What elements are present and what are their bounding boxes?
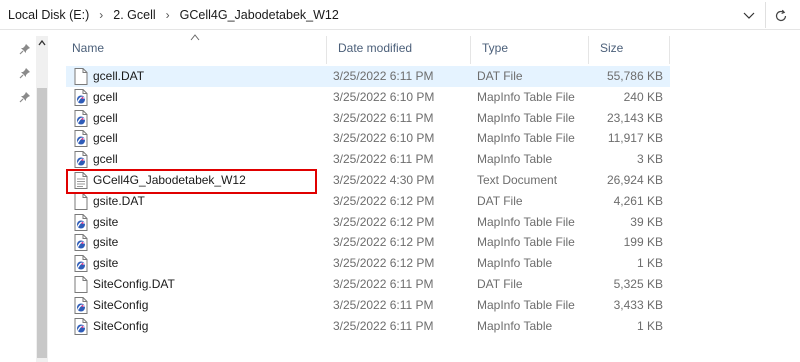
file-row[interactable]: gsite 3/25/2022 6:12 PM MapInfo Table File… — [66, 212, 670, 233]
highlight-box — [66, 169, 317, 194]
file-date-modified: 3/25/2022 6:11 PM — [333, 318, 434, 333]
file-name: SiteConfig.DAT — [93, 276, 175, 291]
file-date-modified: 3/25/2022 6:11 PM — [333, 69, 434, 83]
file-name: gcell — [93, 152, 118, 167]
file-type: MapInfo Table — [477, 318, 553, 333]
file-row[interactable]: SiteConfig 3/25/2022 6:11 PM MapInfo Table… — [66, 295, 670, 316]
file-row[interactable]: gcell 3/25/2022 6:10 PM MapInfo Table File… — [66, 128, 670, 149]
file-type: DAT File — [477, 69, 523, 83]
file-icon — [74, 275, 88, 293]
file-size: 3 KB — [636, 152, 663, 167]
file-date-modified: 3/25/2022 6:12 PM — [333, 235, 435, 250]
chevron-right-icon[interactable]: › — [91, 8, 111, 22]
file-type: MapInfo Table File — [477, 89, 575, 104]
file-type: MapInfo Table File — [477, 131, 575, 146]
file-row[interactable]: gcell.DAT 3/25/2022 6:11 PM DAT File 55,786… — [66, 66, 670, 87]
file-size: 4,261 KB — [613, 193, 663, 208]
pin-icon[interactable] — [18, 42, 32, 56]
scrollbar-thumb[interactable] — [37, 88, 47, 358]
file-row[interactable]: gcell 3/25/2022 6:11 PM MapInfo Table File… — [66, 108, 670, 129]
file-type: Text Document — [477, 172, 558, 187]
file-type: DAT File — [477, 276, 523, 291]
pin-icon[interactable] — [18, 66, 32, 80]
file-date-modified: 3/25/2022 6:11 PM — [333, 110, 434, 125]
file-type: MapInfo Table File — [477, 235, 575, 250]
refresh-icon[interactable] — [771, 6, 791, 26]
mapinfo-icon — [74, 109, 88, 127]
pin-icon[interactable] — [18, 90, 32, 104]
breadcrumb-item-gcell-folder[interactable]: 2. Gcell — [111, 8, 157, 22]
column-header-type[interactable]: Type — [470, 36, 588, 60]
file-size: 240 KB — [623, 89, 663, 104]
chevron-right-icon[interactable]: › — [158, 8, 178, 22]
file-size: 23,143 KB — [606, 110, 663, 125]
file-name: SiteConfig — [93, 297, 149, 312]
file-name: gsite — [93, 235, 119, 250]
mapinfo-icon — [74, 234, 88, 252]
column-headers: Name Date modified Type Size — [60, 34, 670, 64]
mapinfo-icon — [74, 151, 88, 169]
mapinfo-icon — [74, 296, 88, 314]
file-row[interactable]: gsite 3/25/2022 6:12 PM MapInfo Table File… — [66, 232, 670, 253]
file-size: 11,917 KB — [607, 131, 663, 146]
file-size: 1 KB — [636, 318, 663, 333]
file-date-modified: 3/25/2022 6:10 PM — [333, 89, 435, 104]
file-list: gcell.DAT 3/25/2022 6:11 PM DAT File 55,786… — [66, 66, 670, 336]
file-type: MapInfo Table File — [477, 214, 575, 229]
file-row[interactable]: SiteConfig 3/25/2022 6:11 PM MapInfo Table… — [66, 316, 670, 337]
file-type: DAT File — [477, 193, 523, 208]
file-name: gcell.DAT — [93, 69, 145, 83]
file-size: 55,786 KB — [606, 69, 663, 83]
address-bar[interactable]: Local Disk (E:) › 2. Gcell › GCell4G_Jab… — [0, 0, 800, 30]
file-size: 39 KB — [630, 214, 663, 229]
file-date-modified: 3/25/2022 4:30 PM — [333, 172, 435, 187]
file-date-modified: 3/25/2022 6:10 PM — [333, 131, 435, 146]
file-type: MapInfo Table File — [477, 297, 575, 312]
file-size: 26,924 KB — [606, 172, 663, 187]
file-size: 1 KB — [636, 256, 663, 271]
file-row[interactable]: gcell 3/25/2022 6:11 PM MapInfo Table 3 KB — [66, 149, 670, 170]
column-header-name[interactable]: Name — [60, 36, 326, 60]
file-name: gcell — [93, 110, 118, 125]
column-header-size[interactable]: Size — [588, 36, 670, 60]
breadcrumb-item-current-folder[interactable]: GCell4G_Jabodetabek_W12 — [178, 8, 341, 22]
file-date-modified: 3/25/2022 6:11 PM — [333, 152, 434, 167]
breadcrumb: Local Disk (E:) › 2. Gcell › GCell4G_Jab… — [6, 0, 341, 30]
file-row[interactable]: gsite 3/25/2022 6:12 PM MapInfo Table 1 KB — [66, 253, 670, 274]
mapinfo-icon — [74, 255, 88, 273]
file-date-modified: 3/25/2022 6:12 PM — [333, 256, 435, 271]
file-row[interactable]: gcell 3/25/2022 6:10 PM MapInfo Table File… — [66, 87, 670, 108]
file-date-modified: 3/25/2022 6:12 PM — [333, 214, 435, 229]
file-type: MapInfo Table — [477, 256, 553, 271]
file-name: SiteConfig — [93, 318, 149, 333]
file-type: MapInfo Table — [477, 152, 553, 167]
navigation-pane — [0, 30, 52, 362]
mapinfo-icon — [74, 88, 88, 106]
chevron-down-icon[interactable] — [740, 7, 758, 25]
file-name: gcell — [93, 89, 118, 104]
file-name: gsite — [93, 256, 119, 271]
file-name: gcell — [93, 131, 118, 146]
column-divider[interactable] — [669, 36, 670, 64]
file-icon — [74, 68, 88, 85]
file-type: MapInfo Table File — [477, 110, 575, 125]
file-row[interactable]: SiteConfig.DAT 3/25/2022 6:11 PM DAT File 5… — [66, 274, 670, 295]
file-size: 5,325 KB — [613, 276, 663, 291]
file-size: 199 KB — [623, 235, 663, 250]
column-header-date-modified[interactable]: Date modified — [326, 36, 470, 60]
file-size: 3,433 KB — [613, 297, 663, 312]
file-date-modified: 3/25/2022 6:11 PM — [333, 297, 434, 312]
file-date-modified: 3/25/2022 6:12 PM — [333, 193, 435, 208]
file-name: gsite — [93, 214, 119, 229]
mapinfo-icon — [74, 130, 88, 148]
file-icon — [74, 192, 88, 210]
divider — [765, 2, 766, 28]
file-date-modified: 3/25/2022 6:11 PM — [333, 276, 434, 291]
nav-scrollbar[interactable] — [36, 36, 48, 362]
mapinfo-icon — [74, 213, 88, 231]
scroll-up-arrow-icon[interactable] — [36, 36, 48, 50]
mapinfo-icon — [74, 317, 88, 335]
breadcrumb-item-local-disk[interactable]: Local Disk (E:) — [6, 8, 91, 22]
